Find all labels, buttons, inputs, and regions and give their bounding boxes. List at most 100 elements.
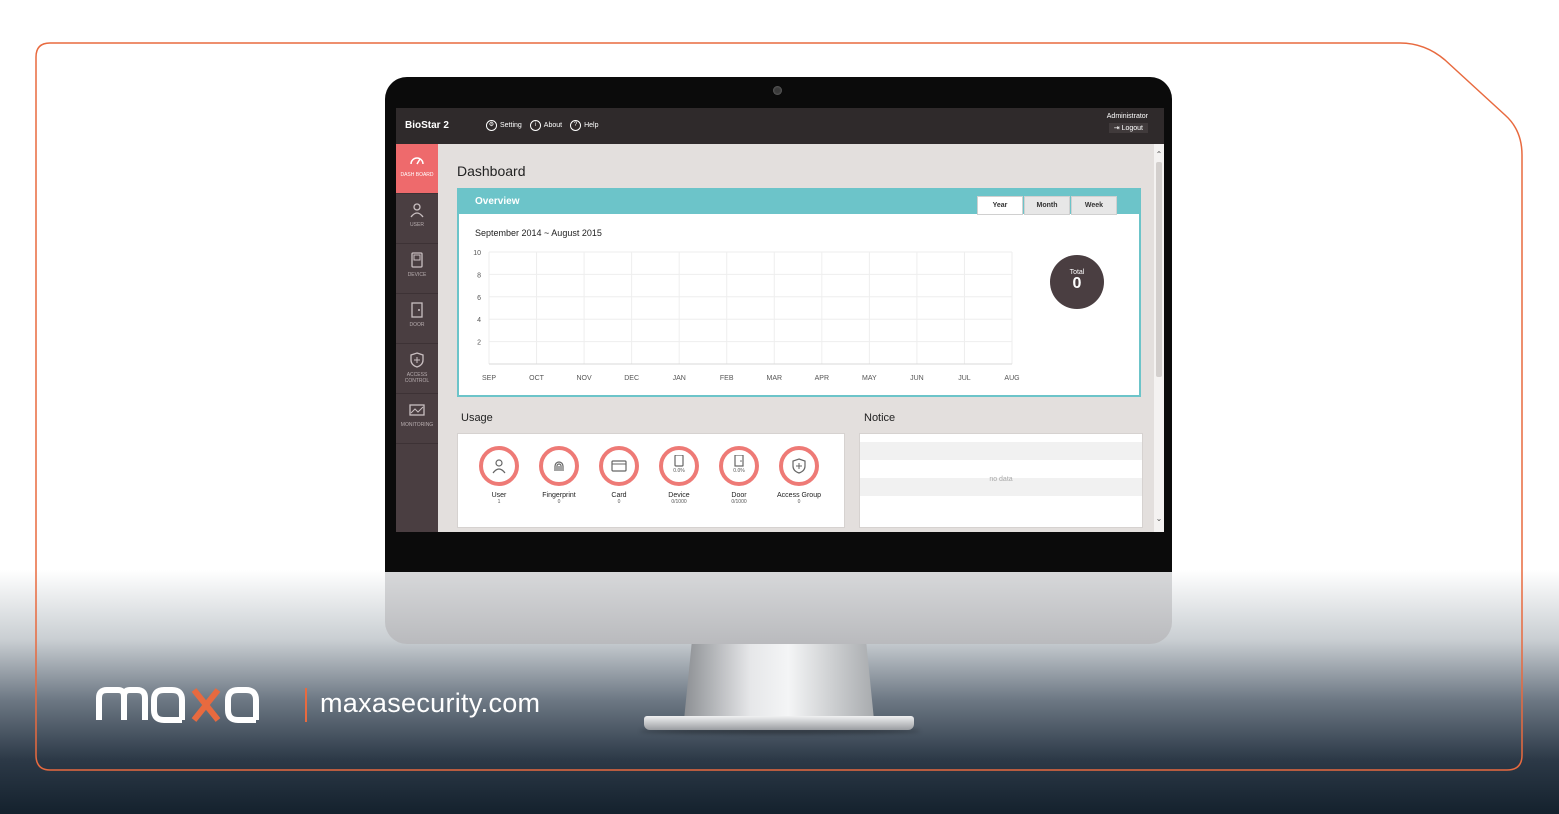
monitor-stand [684, 644, 874, 720]
overview-header: Overview Year Month Week [459, 190, 1139, 215]
overview-panel: Overview Year Month Week September 2014 … [457, 188, 1141, 397]
usage-value: 1 [497, 499, 501, 505]
usage-value: 0/1000 [731, 499, 747, 505]
app-title: BioStar 2 [405, 120, 449, 131]
door-icon [734, 455, 744, 467]
sidebar-item-label: USER [410, 222, 424, 228]
usage-label: Door [731, 492, 747, 499]
account-name: Administrator [1106, 113, 1148, 120]
x-tick-label: NOV [577, 375, 593, 382]
user-icon [492, 459, 506, 474]
sidebar-item-dashboard[interactable]: DASH BOARD [396, 144, 438, 194]
scroll-down-icon[interactable]: ⌄ [1155, 514, 1163, 523]
usage-label: Fingerprint [542, 492, 576, 499]
usage-item-access-group[interactable]: Access Group 0 [769, 446, 829, 505]
tab-year[interactable]: Year [977, 196, 1023, 215]
date-range: September 2014 ~ August 2015 [475, 228, 602, 238]
sidebar-item-label: DOOR [409, 322, 425, 328]
notice-row [860, 442, 1142, 460]
monitoring-icon [409, 404, 425, 416]
scroll-thumb[interactable] [1156, 162, 1162, 377]
x-tick-label: AUG [1004, 375, 1019, 382]
user-icon [410, 203, 424, 218]
x-tick-label: FEB [720, 375, 734, 382]
logout-icon: ⇥ [1113, 125, 1120, 132]
usage-panel: User 1 Fingerprint 0 Card 0 0.0% Device … [457, 433, 845, 528]
monitor-foot [644, 716, 914, 730]
card-icon [611, 460, 627, 472]
access-group-icon [792, 458, 806, 474]
sidebar-item-label: ACCESS CONTROL [404, 372, 430, 384]
tab-week[interactable]: Week [1071, 196, 1117, 215]
sidebar-item-label: DASH BOARD [400, 172, 434, 178]
info-icon: i [529, 120, 541, 131]
usage-item-fingerprint[interactable]: Fingerprint 0 [529, 446, 589, 505]
usage-title: Usage [461, 412, 493, 424]
usage-percent: 0.0% [673, 468, 685, 474]
access-control-icon [410, 352, 424, 368]
notice-empty-text: no data [989, 476, 1013, 483]
overview-chart: 2 4 6 8 10 SEP OCT NOV DEC JAN FEB MAR APR MAY JUN JUL A… [473, 250, 1019, 382]
app-screen: BioStar 2 ⚙ Setting i About ? Help Admin… [396, 108, 1164, 532]
nav-about[interactable]: i About [529, 120, 563, 131]
scroll-up-icon[interactable]: ⌃ [1155, 150, 1163, 159]
usage-label: Device [668, 492, 690, 499]
maxa-logo [96, 687, 259, 723]
logout-button[interactable]: ⇥ Logout [1108, 123, 1148, 133]
usage-item-door[interactable]: 0.0% Door 0/1000 [709, 446, 769, 505]
y-tick-label: 8 [477, 272, 481, 279]
usage-ring: 0.0% [659, 446, 699, 486]
sidebar-item-door[interactable]: DOOR [396, 294, 438, 344]
x-tick-label: JUL [958, 375, 971, 382]
usage-ring: 0.0% [719, 446, 759, 486]
scrollbar[interactable]: ⌃ ⌄ [1154, 144, 1164, 532]
sidebar-item-label: MONITORING [400, 422, 434, 428]
usage-value: 0 [617, 499, 621, 505]
logout-label: Logout [1121, 125, 1143, 132]
tab-month[interactable]: Month [1024, 196, 1070, 215]
device-icon [674, 455, 684, 467]
usage-value: 0 [797, 499, 801, 505]
y-tick-label: 10 [473, 250, 481, 257]
sidebar-item-access-control[interactable]: ACCESS CONTROL [396, 344, 438, 394]
y-tick-label: 6 [477, 295, 481, 302]
usage-item-device[interactable]: 0.0% Device 0/1000 [649, 446, 709, 505]
total-value: 0 [1072, 275, 1082, 292]
usage-item-user[interactable]: User 1 [469, 446, 529, 505]
usage-ring [599, 446, 639, 486]
usage-item-card[interactable]: Card 0 [589, 446, 649, 505]
usage-value: 0/1000 [671, 499, 687, 505]
top-bar: BioStar 2 ⚙ Setting i About ? Help Admin… [396, 108, 1164, 144]
usage-ring [539, 446, 579, 486]
sidebar-item-label: DEVICE [407, 272, 427, 278]
nav-about-label: About [543, 122, 563, 129]
x-tick-label: MAR [766, 375, 782, 382]
brand-divider [305, 688, 307, 722]
fingerprint-icon [554, 461, 564, 471]
website-url[interactable]: maxasecurity.com [320, 688, 540, 719]
sidebar-item-user[interactable]: USER [396, 194, 438, 244]
dashboard-icon [410, 157, 424, 165]
usage-percent: 0.0% [733, 468, 745, 474]
usage-ring [479, 446, 519, 486]
notice-title: Notice [864, 412, 896, 424]
overview-tabs: Year Month Week [976, 196, 1117, 215]
usage-value: 0 [557, 499, 561, 505]
door-icon [411, 302, 423, 318]
nav-setting-label: Setting [500, 122, 522, 129]
nav-help[interactable]: ? Help [570, 120, 599, 131]
main-content: Dashboard Overview Year Month Week Septe… [438, 144, 1154, 532]
x-tick-label: MAY [862, 375, 877, 382]
nav-setting[interactable]: ⚙ Setting [486, 120, 522, 131]
x-tick-label: JAN [673, 375, 686, 382]
x-tick-label: DEC [624, 375, 639, 382]
sidebar-item-device[interactable]: DEVICE [396, 244, 438, 294]
x-tick-label: APR [815, 375, 829, 382]
sidebar-item-monitoring[interactable]: MONITORING [396, 394, 438, 444]
y-tick-label: 4 [477, 317, 481, 324]
usage-label: User [491, 492, 507, 499]
x-tick-label: SEP [482, 375, 496, 382]
gear-icon: ⚙ [486, 120, 497, 131]
camera-icon [773, 86, 782, 95]
top-nav: ⚙ Setting i About ? Help [486, 120, 599, 131]
